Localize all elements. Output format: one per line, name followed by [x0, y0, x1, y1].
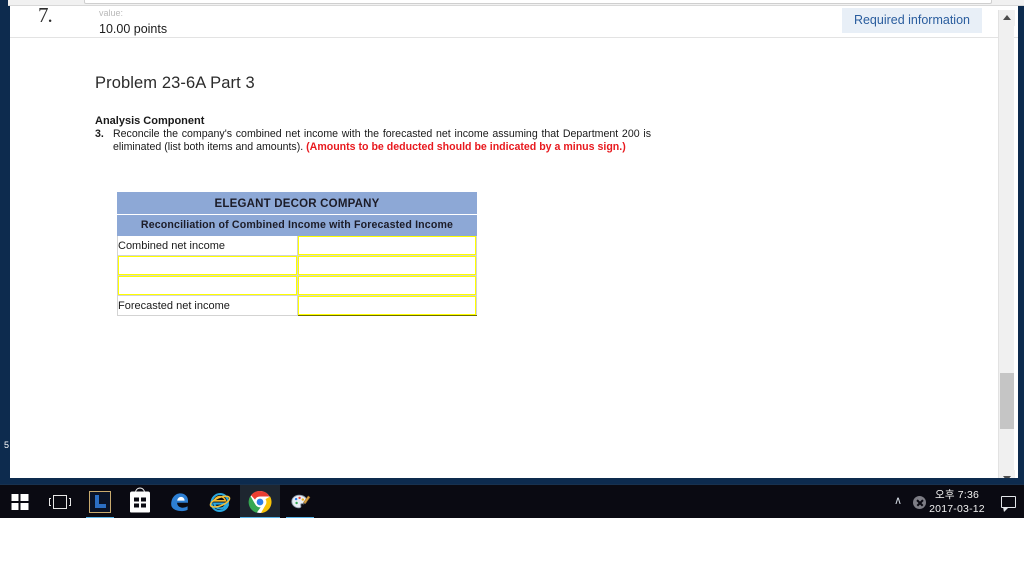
paint-3d-icon	[291, 494, 311, 509]
action-center-icon[interactable]	[1001, 496, 1016, 512]
start-button[interactable]	[0, 485, 40, 519]
amount-input-2[interactable]	[297, 256, 476, 275]
clock-time: 오후 7:36	[934, 489, 980, 501]
statement-title-cell: Reconciliation of Combined Income with F…	[117, 214, 477, 236]
taskbar-item-internet-explorer[interactable]	[200, 485, 240, 519]
amount-input-3[interactable]	[297, 276, 476, 295]
company-name-cell: ELEGANT DECOR COMPANY	[117, 192, 477, 215]
scroll-up-arrow-icon[interactable]	[999, 10, 1015, 26]
row-label-cell-2	[117, 255, 298, 276]
table-row	[117, 255, 477, 276]
analysis-component-heading: Analysis Component	[95, 115, 205, 127]
row-label-combined-net-income: Combined net income	[117, 235, 298, 256]
google-chrome-icon	[248, 490, 272, 514]
address-bar[interactable]	[84, 0, 992, 4]
microsoft-store-icon	[130, 487, 150, 513]
label-input-2[interactable]	[118, 256, 297, 275]
amount-input-1[interactable]	[297, 236, 476, 255]
windows-taskbar: ∧ 오후 7:36 2017-03-12	[0, 484, 1024, 519]
table-row: Combined net income	[117, 235, 477, 256]
taskbar-item-paint-3d[interactable]	[280, 485, 320, 519]
question-value-label: value:	[99, 8, 124, 18]
row-amount-cell-3	[297, 275, 477, 296]
worksheet-body: ELEGANT DECOR COMPANY Reconciliation of …	[117, 192, 477, 316]
show-hidden-icons-chevron-icon[interactable]: ∧	[894, 496, 902, 507]
taskbar-clock[interactable]: 오후 7:36 2017-03-12	[922, 488, 992, 516]
question-number: 7.	[38, 6, 53, 27]
row-label-forecasted-net-income: Forecasted net income	[117, 295, 298, 316]
worksheet-company-row: ELEGANT DECOR COMPANY	[117, 192, 477, 215]
page-title: Problem 23-6A Part 3	[95, 74, 255, 92]
row-amount-cell-2	[297, 255, 477, 276]
worksheet-statement-row: Reconciliation of Combined Income with F…	[117, 214, 477, 236]
windows-logo-icon	[11, 494, 29, 510]
task-view-icon	[49, 495, 71, 509]
page-viewport: 7. value: 10.00 points Required informat…	[10, 6, 1018, 478]
question-header: 7. value: 10.00 points Required informat…	[10, 6, 1018, 38]
label-input-3[interactable]	[118, 276, 297, 295]
required-information-button[interactable]: Required information	[841, 8, 982, 33]
clock-date: 2017-03-12	[929, 503, 985, 515]
scrollbar-thumb[interactable]	[1000, 373, 1014, 429]
table-row: Forecasted net income	[117, 295, 477, 316]
taskbar-item-microsoft-store[interactable]	[120, 485, 160, 519]
internet-explorer-icon	[209, 492, 231, 513]
instruction-block: 3. Reconcile the company's combined net …	[95, 128, 651, 155]
taskbar-item-google-chrome[interactable]	[240, 485, 280, 519]
row-amount-cell-4	[297, 295, 477, 316]
instruction-text: Reconcile the company's combined net inc…	[113, 128, 651, 155]
deduction-note: (Amounts to be deducted should be indica…	[306, 141, 626, 154]
instruction-number: 3.	[95, 128, 104, 140]
row-amount-cell-1	[297, 235, 477, 256]
reconciliation-worksheet: ELEGANT DECOR COMPANY Reconciliation of …	[117, 192, 477, 316]
desktop-area	[0, 518, 1024, 576]
question-points: 10.00 points	[99, 22, 168, 36]
league-of-legends-icon	[89, 491, 111, 513]
row-label-cell-3	[117, 275, 298, 296]
browser-window: 7. value: 10.00 points Required informat…	[0, 0, 1024, 484]
scroll-down-arrow-icon[interactable]	[999, 470, 1015, 478]
taskbar-item-league-of-legends[interactable]	[80, 485, 120, 519]
amount-input-4[interactable]	[297, 296, 476, 315]
vertical-scrollbar[interactable]	[998, 10, 1015, 478]
table-row	[117, 275, 477, 296]
task-view-button[interactable]	[40, 485, 80, 519]
taskbar-item-microsoft-edge[interactable]	[160, 485, 200, 519]
microsoft-edge-icon	[171, 493, 188, 512]
edge-clipped-glyph: 5	[4, 440, 10, 450]
